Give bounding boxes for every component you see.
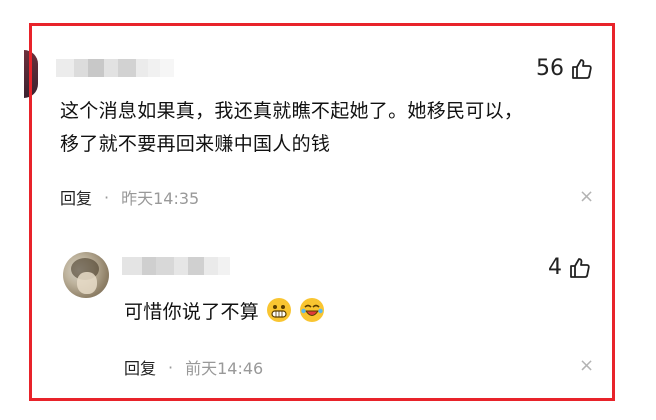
comment-text-line: 移了就不要再回来赚中国人的钱 — [60, 133, 331, 155]
comment-text-line: 可惜你说了不算 — [124, 301, 260, 323]
timestamp: 前天14:46 — [185, 359, 264, 378]
highlight-frame — [29, 23, 615, 401]
close-icon[interactable]: × — [579, 186, 594, 207]
like-count: 56 — [536, 56, 564, 81]
username-blurred[interactable] — [56, 59, 174, 77]
reply-button[interactable]: 回复 — [124, 355, 156, 379]
separator-dot: · — [104, 187, 110, 207]
thumbs-up-icon — [572, 58, 592, 79]
grinning-face-emoji — [267, 298, 292, 322]
comment-text-line: 这个消息如果真，我还真就瞧不起她了。她移民可以， — [60, 100, 524, 122]
laughing-crying-face-emoji — [299, 298, 324, 322]
close-icon[interactable]: × — [579, 355, 594, 376]
thumbs-up-icon — [570, 257, 590, 278]
comment-text: 这个消息如果真，我还真就瞧不起她了。她移民可以， 移了就不要再回来赚中国人的钱 — [60, 95, 523, 161]
like-button[interactable]: 4 — [548, 255, 592, 280]
comment-text: 可惜你说了不算 — [124, 296, 324, 329]
timestamp: 昨天14:35 — [121, 189, 200, 208]
reply-button[interactable]: 回复 — [60, 185, 92, 209]
page: 56 这个消息如果真，我还真就瞧不起她了。她移民可以， 移了就不要再回来赚中国人… — [0, 0, 656, 420]
separator-dot: · — [168, 357, 174, 377]
like-button[interactable]: 56 — [536, 56, 594, 81]
comment-meta: 回复 · 昨天14:35 — [60, 185, 199, 209]
like-count: 4 — [548, 255, 562, 280]
comment-meta: 回复 · 前天14:46 — [124, 355, 263, 379]
avatar[interactable] — [63, 252, 109, 298]
username-blurred[interactable] — [122, 257, 230, 275]
